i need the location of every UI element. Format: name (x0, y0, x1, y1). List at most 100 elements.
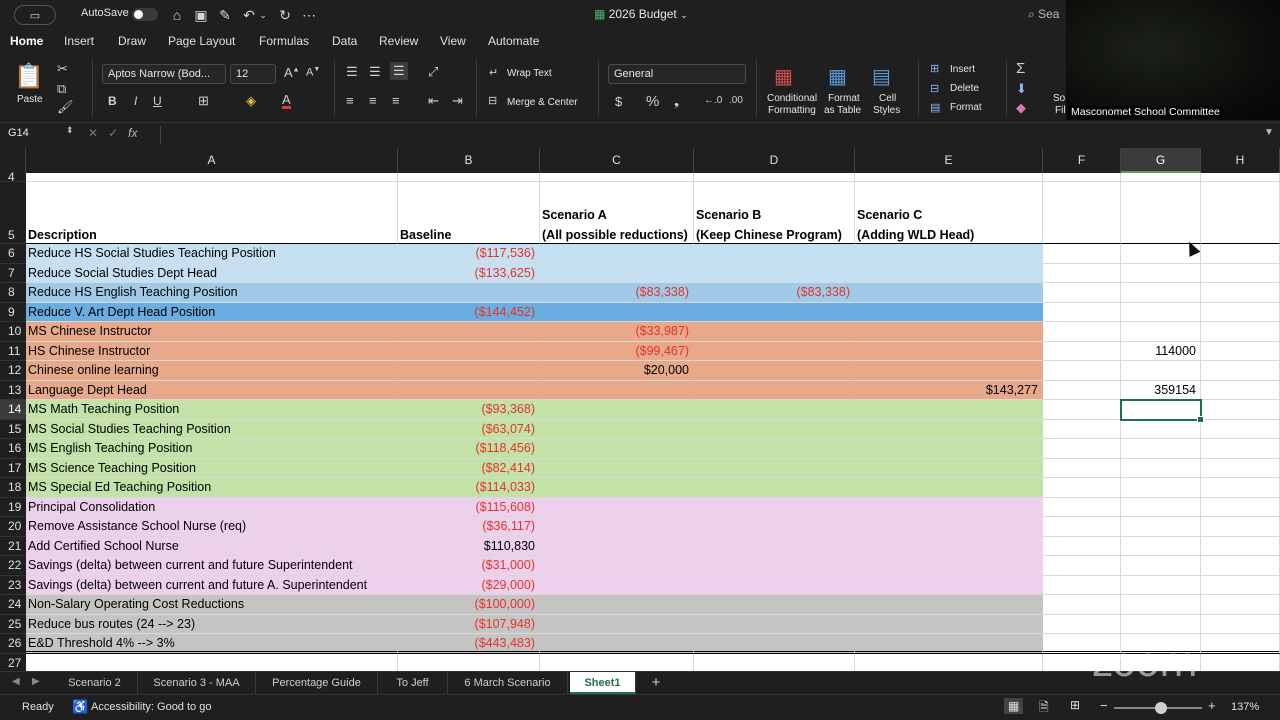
cell-b18[interactable]: ($114,033) (398, 478, 540, 498)
cell-c19[interactable] (540, 497, 694, 517)
undo-dropdown-icon[interactable]: ⌄ (258, 5, 268, 25)
column-header-a[interactable]: A (26, 148, 398, 173)
cell-c27[interactable] (540, 653, 694, 671)
add-sheet-button[interactable]: + (642, 672, 670, 694)
font-size-select[interactable]: 12 (230, 64, 276, 84)
sidebar-toggle-icon[interactable]: ▭ (14, 5, 56, 25)
format-cells-button[interactable]: Format (950, 102, 982, 113)
insert-function-icon[interactable]: fx (128, 126, 137, 140)
cell-f10[interactable] (1043, 322, 1121, 342)
cell-e27[interactable] (855, 653, 1043, 671)
row-header[interactable]: 8 (0, 283, 26, 303)
decrease-indent-icon[interactable]: ⇤ (428, 93, 439, 109)
cell-b23[interactable]: ($29,000) (398, 575, 540, 595)
row-header[interactable]: 23 (0, 575, 26, 595)
clear-icon[interactable]: ◆ (1016, 100, 1026, 116)
sheet-tab-percentage-guide[interactable]: Percentage Guide (256, 672, 378, 694)
cell-g13[interactable]: 359154 (1121, 380, 1201, 400)
cell-styles-label-2[interactable]: Styles (873, 105, 900, 116)
autosum-icon[interactable]: Σ (1016, 60, 1025, 77)
format-as-table-label-2[interactable]: as Table (824, 105, 861, 116)
cell-h9[interactable] (1201, 302, 1280, 322)
row-header[interactable]: 25 (0, 614, 26, 634)
cell-d10[interactable] (694, 322, 855, 342)
row-header[interactable]: 10 (0, 322, 26, 342)
cell-b20[interactable]: ($36,117) (398, 517, 540, 537)
cell-g5[interactable] (1121, 182, 1201, 244)
cell-b9[interactable]: ($144,452) (398, 302, 540, 322)
cell-h25[interactable] (1201, 614, 1280, 634)
zoom-level[interactable]: 137% (1231, 701, 1259, 713)
cell-e9[interactable] (855, 302, 1043, 322)
wrap-text-button[interactable]: Wrap Text (507, 68, 552, 79)
cell-d22[interactable] (694, 556, 855, 576)
orientation-icon[interactable]: ⤢ (428, 64, 438, 80)
cell-c20[interactable] (540, 517, 694, 537)
cell-h11[interactable] (1201, 341, 1280, 361)
cell-b15[interactable]: ($63,074) (398, 419, 540, 439)
copy-icon[interactable]: ⧉ (57, 81, 66, 97)
cell-a17[interactable]: MS Science Teaching Position (26, 458, 398, 478)
cell-c7[interactable] (540, 263, 694, 283)
align-middle-icon[interactable]: ☰ (369, 64, 381, 80)
fill-color-icon[interactable]: ◈ (246, 93, 256, 109)
row-header[interactable]: 18 (0, 478, 26, 498)
tab-draw[interactable]: Draw (118, 34, 146, 48)
column-header-d[interactable]: D (694, 148, 855, 173)
cell-e14[interactable] (855, 400, 1043, 420)
save-icon[interactable]: ▣ (192, 5, 210, 25)
cell-g10[interactable] (1121, 322, 1201, 342)
cell-h18[interactable] (1201, 478, 1280, 498)
cell-b11[interactable] (398, 341, 540, 361)
cell-h21[interactable] (1201, 536, 1280, 556)
cell-e17[interactable] (855, 458, 1043, 478)
row-header[interactable]: 15 (0, 419, 26, 439)
merge-center-button[interactable]: Merge & Center (507, 97, 578, 108)
format-painter-icon[interactable]: 🖌 (57, 99, 74, 115)
row-header[interactable]: 26 (0, 634, 26, 654)
cell-c4[interactable] (540, 173, 694, 182)
cell-b22[interactable]: ($31,000) (398, 556, 540, 576)
cell-a18[interactable]: MS Special Ed Teaching Position (26, 478, 398, 498)
cell-e16[interactable] (855, 439, 1043, 459)
cell-e15[interactable] (855, 419, 1043, 439)
cell-b8[interactable] (398, 283, 540, 303)
autosave-toggle[interactable] (132, 8, 158, 21)
column-header-c[interactable]: C (540, 148, 694, 173)
cell-h19[interactable] (1201, 497, 1280, 517)
cell-g24[interactable] (1121, 595, 1201, 615)
cell-e23[interactable] (855, 575, 1043, 595)
row-header[interactable]: 11 (0, 341, 26, 361)
cell-a20[interactable]: Remove Assistance School Nurse (req) (26, 517, 398, 537)
cell-g23[interactable] (1121, 575, 1201, 595)
cell-d17[interactable] (694, 458, 855, 478)
cell-c26[interactable] (540, 634, 694, 654)
increase-font-icon[interactable]: A▲ (284, 65, 300, 80)
cell-e4[interactable] (855, 173, 1043, 182)
cell-e20[interactable] (855, 517, 1043, 537)
document-title[interactable]: ▦ 2026 Budget ⌄ (594, 7, 688, 21)
tab-automate[interactable]: Automate (488, 34, 539, 48)
cell-h10[interactable] (1201, 322, 1280, 342)
paste-icon[interactable]: 📋 (14, 62, 44, 91)
cell-d21[interactable] (694, 536, 855, 556)
cell-d13[interactable] (694, 380, 855, 400)
font-name-select[interactable]: Aptos Narrow (Bod... (102, 64, 226, 84)
row-header[interactable]: 19 (0, 497, 26, 517)
prev-sheet-icon[interactable]: ◀ (12, 676, 20, 687)
delete-cells-button[interactable]: Delete (950, 83, 979, 94)
cell-d24[interactable] (694, 595, 855, 615)
edit-icon[interactable]: ✎ (216, 5, 234, 25)
cell-g15[interactable] (1121, 419, 1201, 439)
cell-f7[interactable] (1043, 263, 1121, 283)
name-box-stepper-icon[interactable]: ⬍ (66, 125, 74, 136)
cell-a9[interactable]: Reduce V. Art Dept Head Position (26, 302, 398, 322)
cell-d23[interactable] (694, 575, 855, 595)
cell-h5[interactable] (1201, 182, 1280, 244)
cell-a22[interactable]: Savings (delta) between current and futu… (26, 556, 398, 576)
format-as-table-label-1[interactable]: Format (828, 93, 860, 104)
cell-e24[interactable] (855, 595, 1043, 615)
cell-h24[interactable] (1201, 595, 1280, 615)
cell-g18[interactable] (1121, 478, 1201, 498)
cell-f15[interactable] (1043, 419, 1121, 439)
